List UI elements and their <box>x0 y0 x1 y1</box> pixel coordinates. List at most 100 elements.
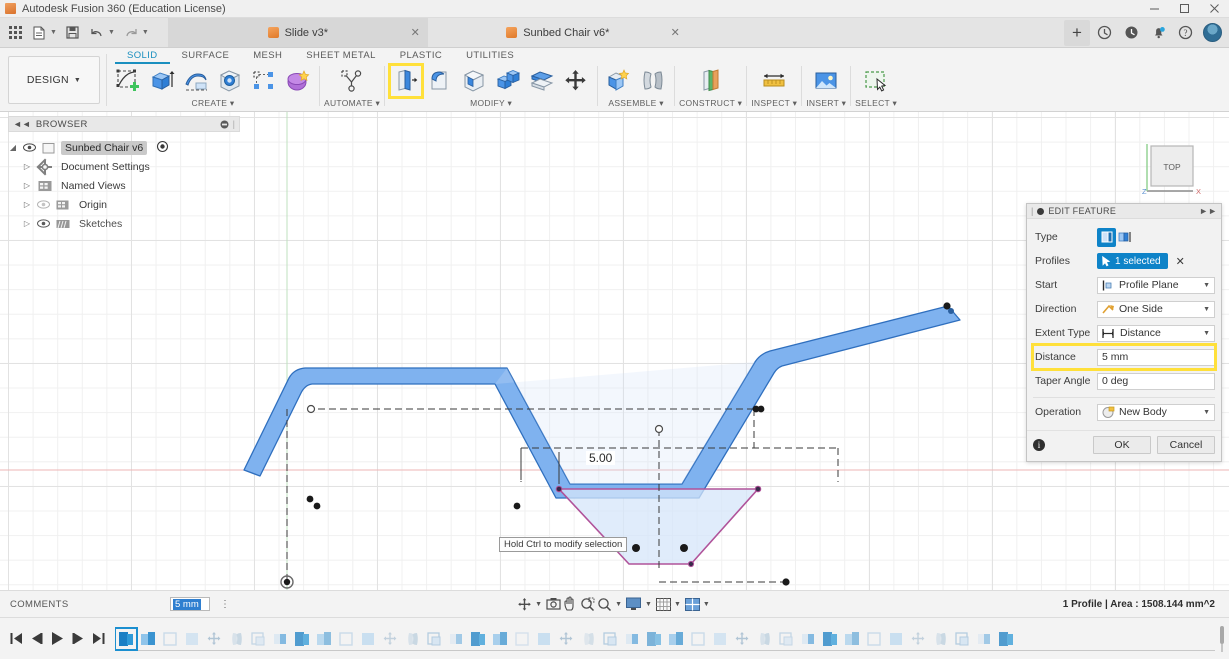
timeline-feature-move-feature-25[interactable] <box>885 628 907 650</box>
browser-resize-grip[interactable]: | <box>233 119 235 129</box>
timeline-feature-move-feature-23[interactable] <box>841 628 863 650</box>
joint-icon[interactable] <box>636 64 670 98</box>
timeline-feature-move-feature-16[interactable] <box>665 628 687 650</box>
tool-group-label-insert[interactable]: INSERT ▾ <box>806 98 846 109</box>
chevron-down-icon[interactable]: ▼ <box>1203 306 1210 313</box>
zoom-dropdown-caret[interactable]: ▼ <box>615 601 622 608</box>
visibility-eye-icon[interactable] <box>37 219 50 228</box>
timeline-feature-move-feature-11[interactable] <box>533 628 555 650</box>
new-tab-button[interactable]: + <box>1064 19 1090 46</box>
timeline-feature-move-feature-6[interactable] <box>423 628 445 650</box>
collapse-left-icon[interactable]: ◄◄ <box>13 119 31 129</box>
automate-icon[interactable] <box>333 64 371 98</box>
file-dropdown-caret[interactable]: ▼ <box>50 29 57 36</box>
tool-group-label-construct[interactable]: CONSTRUCT ▾ <box>679 98 742 109</box>
ribbon-tab-utilities[interactable]: UTILITIES <box>454 48 526 64</box>
timeline-feature-move-feature-17[interactable] <box>687 628 709 650</box>
jump-start-icon[interactable] <box>10 632 23 645</box>
maximize-button[interactable] <box>1169 0 1199 18</box>
combine-icon[interactable] <box>491 64 525 98</box>
ribbon-tab-plastic[interactable]: PLASTIC <box>388 48 454 64</box>
zoom-window-icon[interactable] <box>580 597 595 612</box>
document-tab-sunbed-chair[interactable]: Sunbed Chair v6* ✕ <box>427 18 688 47</box>
chevron-down-icon[interactable]: ▼ <box>1203 409 1210 416</box>
timeline-feature-move-feature-12[interactable] <box>555 628 577 650</box>
shell-icon[interactable] <box>457 64 491 98</box>
offset-plane-icon[interactable] <box>692 64 730 98</box>
history-icon[interactable] <box>1091 20 1117 46</box>
more-options-icon[interactable]: ⋮ <box>220 599 230 610</box>
press-pull-icon[interactable] <box>388 63 425 99</box>
visibility-eye-icon[interactable] <box>23 143 36 152</box>
document-tab-close-icon[interactable]: ✕ <box>671 26 680 39</box>
comments-label[interactable]: COMMENTS <box>10 599 170 610</box>
create-form-icon[interactable] <box>281 64 315 98</box>
document-tab-slide[interactable]: Slide v3* ✕ <box>167 18 428 47</box>
ribbon-tab-surface[interactable]: SURFACE <box>170 48 242 64</box>
step-forward-icon[interactable] <box>72 632 85 645</box>
grid-snaps-caret[interactable]: ▼ <box>674 601 681 608</box>
profiles-selection-chip[interactable]: 1 selected <box>1097 253 1168 269</box>
ribbon-tab-mesh[interactable]: MESH <box>241 48 294 64</box>
orbit-icon[interactable] <box>517 597 532 612</box>
comment-input[interactable]: 5 mm <box>170 597 210 611</box>
timeline-feature-move-feature-3[interactable] <box>247 628 269 650</box>
grid-snaps-icon[interactable] <box>655 597 671 611</box>
display-settings-icon[interactable] <box>626 597 642 611</box>
document-tab-close-icon[interactable]: ✕ <box>411 26 420 39</box>
timeline-feature-move-feature-28[interactable] <box>973 628 995 650</box>
redo-icon[interactable] <box>120 21 142 45</box>
timeline-feature-move-feature-22[interactable] <box>797 628 819 650</box>
extent-type-dropdown[interactable]: Distance ▼ <box>1097 324 1215 342</box>
step-back-icon[interactable] <box>30 632 43 645</box>
display-settings-caret[interactable]: ▼ <box>645 601 652 608</box>
expand-arrow-icon[interactable]: ▷ <box>22 181 32 190</box>
hole-icon[interactable] <box>213 64 247 98</box>
timeline-feature-appearance-feature[interactable] <box>819 628 841 650</box>
timeline-feature-move-feature-9[interactable] <box>489 628 511 650</box>
revolve-icon[interactable] <box>179 64 213 98</box>
timeline-feature-move-feature-20[interactable] <box>753 628 775 650</box>
new-component-icon[interactable] <box>602 64 636 98</box>
extrude-icon[interactable] <box>145 64 179 98</box>
tool-group-label-create[interactable]: CREATE ▾ <box>192 98 235 109</box>
undo-dropdown-caret[interactable]: ▼ <box>108 29 115 36</box>
minimize-button[interactable] <box>1139 0 1169 18</box>
taper-angle-input[interactable]: 0 deg <box>1097 372 1215 390</box>
timeline-feature-extrude-feature-4[interactable] <box>313 628 335 650</box>
timeline-feature-move-feature-14[interactable] <box>599 628 621 650</box>
expand-arrow-icon[interactable]: ▷ <box>22 162 32 171</box>
undo-icon[interactable] <box>86 21 108 45</box>
timeline-feature-mirror-feature[interactable] <box>269 628 291 650</box>
avatar[interactable] <box>1199 20 1225 46</box>
timeline-feature-box-feature[interactable] <box>951 628 973 650</box>
dimension-value-label[interactable]: 5.00 <box>586 451 616 465</box>
browser-node-document-settings[interactable]: ▷ Document Settings <box>8 157 240 176</box>
timeline-feature-move-feature-15[interactable] <box>643 628 665 650</box>
tool-group-label-automate[interactable]: AUTOMATE ▾ <box>324 98 380 109</box>
chevron-down-icon[interactable]: ▼ <box>1203 330 1210 337</box>
expand-right-icon[interactable]: ►► <box>1199 206 1217 216</box>
operation-dropdown[interactable]: New Body ▼ <box>1097 403 1215 421</box>
timeline-feature-move-feature-13[interactable] <box>577 628 599 650</box>
timeline-feature-rectangular-pattern-feature[interactable] <box>335 628 357 650</box>
browser-node-origin[interactable]: ▷ Origin <box>8 195 240 214</box>
timeline-feature-extrude-feature-2[interactable] <box>137 628 159 650</box>
activate-component-radio[interactable] <box>157 140 169 155</box>
apps-grid-icon[interactable] <box>4 21 26 45</box>
timeline-feature-move-feature-29[interactable] <box>995 628 1017 650</box>
timeline-feature-move-feature[interactable] <box>203 628 225 650</box>
start-dropdown[interactable]: Profile Plane ▼ <box>1097 276 1215 294</box>
recent-icon[interactable] <box>1118 20 1144 46</box>
expand-arrow-icon[interactable]: ▷ <box>22 200 32 209</box>
browser-node-sunbed-chair[interactable]: ◢ Sunbed Chair v6 <box>8 138 240 157</box>
tool-group-label-inspect[interactable]: INSPECT ▾ <box>751 98 797 109</box>
zoom-icon[interactable] <box>597 597 612 612</box>
create-sketch-icon[interactable] <box>111 64 145 98</box>
viewports-caret[interactable]: ▼ <box>703 601 710 608</box>
dialog-grip-icon[interactable]: | <box>1031 206 1033 216</box>
timeline-feature-move-feature-24[interactable] <box>863 628 885 650</box>
timeline-feature-sketch-feature[interactable] <box>159 628 181 650</box>
direction-dropdown[interactable]: One Side ▼ <box>1097 300 1215 318</box>
bell-icon[interactable] <box>1145 20 1171 46</box>
